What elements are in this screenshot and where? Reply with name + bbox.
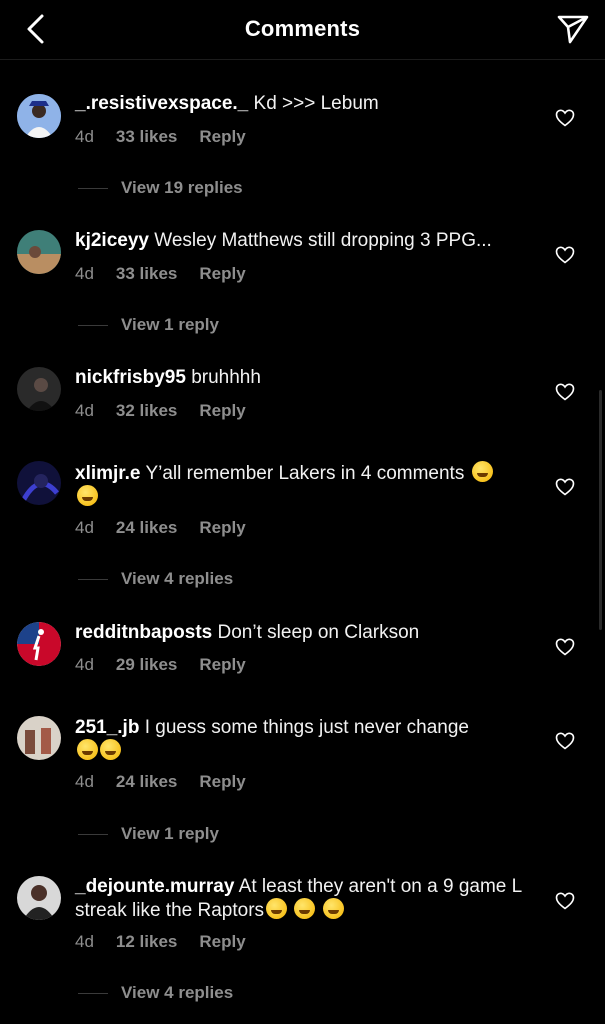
- comment-text: Kd >>> Lebum: [253, 93, 379, 114]
- avatar[interactable]: [17, 622, 61, 666]
- paper-plane-icon: [557, 15, 589, 44]
- heart-outline-icon[interactable]: [555, 246, 575, 264]
- avatar[interactable]: [17, 716, 61, 760]
- heart-outline-icon[interactable]: [555, 638, 575, 656]
- comment-time: 4d: [75, 932, 94, 951]
- view-replies-button[interactable]: View 19 replies: [78, 178, 243, 198]
- reply-button[interactable]: Reply: [199, 655, 245, 674]
- share-button[interactable]: [555, 10, 591, 48]
- comment-username[interactable]: nickfrisby95: [75, 367, 186, 388]
- reply-button[interactable]: Reply: [199, 264, 245, 283]
- pensive-emoji: [266, 898, 288, 919]
- comment-text: bruhhhh: [191, 367, 261, 388]
- avatar[interactable]: [17, 94, 61, 138]
- header: Comments: [0, 0, 605, 60]
- reply-button[interactable]: Reply: [199, 518, 245, 537]
- reply-button[interactable]: Reply: [199, 772, 245, 791]
- likes-count[interactable]: 32 likes: [116, 401, 177, 420]
- page-title: Comments: [244, 16, 361, 41]
- comment-time: 4d: [75, 127, 94, 146]
- likes-count[interactable]: 33 likes: [116, 264, 177, 283]
- reply-button[interactable]: Reply: [199, 932, 245, 951]
- avatar[interactable]: [17, 367, 61, 411]
- comment-text: Don’t sleep on Clarkson: [217, 622, 420, 643]
- comment-username[interactable]: xlimjr.e: [75, 463, 141, 484]
- comment-text: I guess some things just never change: [144, 717, 469, 738]
- reply-button[interactable]: Reply: [199, 401, 245, 420]
- reply-button[interactable]: Reply: [199, 127, 245, 146]
- view-replies-button[interactable]: View 1 reply: [78, 315, 219, 335]
- scrollbar[interactable]: [599, 390, 602, 630]
- confused-emoji: [294, 898, 316, 919]
- view-replies-button[interactable]: View 4 replies: [78, 569, 233, 589]
- comment-text: Y’all remember Lakers in 4 comments: [145, 463, 465, 484]
- crying-emoji: [100, 739, 121, 760]
- comment-time: 4d: [75, 772, 94, 791]
- likes-count[interactable]: 24 likes: [116, 772, 177, 791]
- heart-outline-icon[interactable]: [555, 892, 575, 910]
- avatar[interactable]: [17, 230, 61, 274]
- laughing-emoji: [77, 739, 98, 760]
- view-replies-button[interactable]: View 4 replies: [78, 983, 233, 1003]
- comment-time: 4d: [75, 264, 94, 283]
- avatar[interactable]: [17, 876, 61, 920]
- comment-username[interactable]: redditnbaposts: [75, 622, 212, 643]
- view-replies-button[interactable]: View 1 reply: [78, 824, 219, 844]
- avatar[interactable]: [17, 461, 61, 505]
- likes-count[interactable]: 24 likes: [116, 518, 177, 537]
- comment-username[interactable]: _dejounte.murray: [75, 876, 234, 897]
- comment-time: 4d: [75, 518, 94, 537]
- laughing-emoji: [77, 485, 98, 506]
- comment-text: Wesley Matthews still dropping 3 PPG...: [154, 230, 492, 251]
- heart-outline-icon[interactable]: [555, 732, 575, 750]
- likes-count[interactable]: 29 likes: [116, 655, 177, 674]
- comment-username[interactable]: _.resistivexspace._: [75, 93, 248, 114]
- heart-outline-icon[interactable]: [555, 109, 575, 127]
- heart-outline-icon[interactable]: [555, 478, 575, 496]
- heart-outline-icon[interactable]: [555, 383, 575, 401]
- crying-emoji: [322, 898, 344, 919]
- comment-username[interactable]: 251_.jb: [75, 717, 139, 738]
- likes-count[interactable]: 12 likes: [116, 932, 177, 951]
- laughing-emoji: [471, 461, 493, 482]
- comment-time: 4d: [75, 401, 94, 420]
- likes-count[interactable]: 33 likes: [116, 127, 177, 146]
- comment-time: 4d: [75, 655, 94, 674]
- comment-username[interactable]: kj2iceyy: [75, 230, 149, 251]
